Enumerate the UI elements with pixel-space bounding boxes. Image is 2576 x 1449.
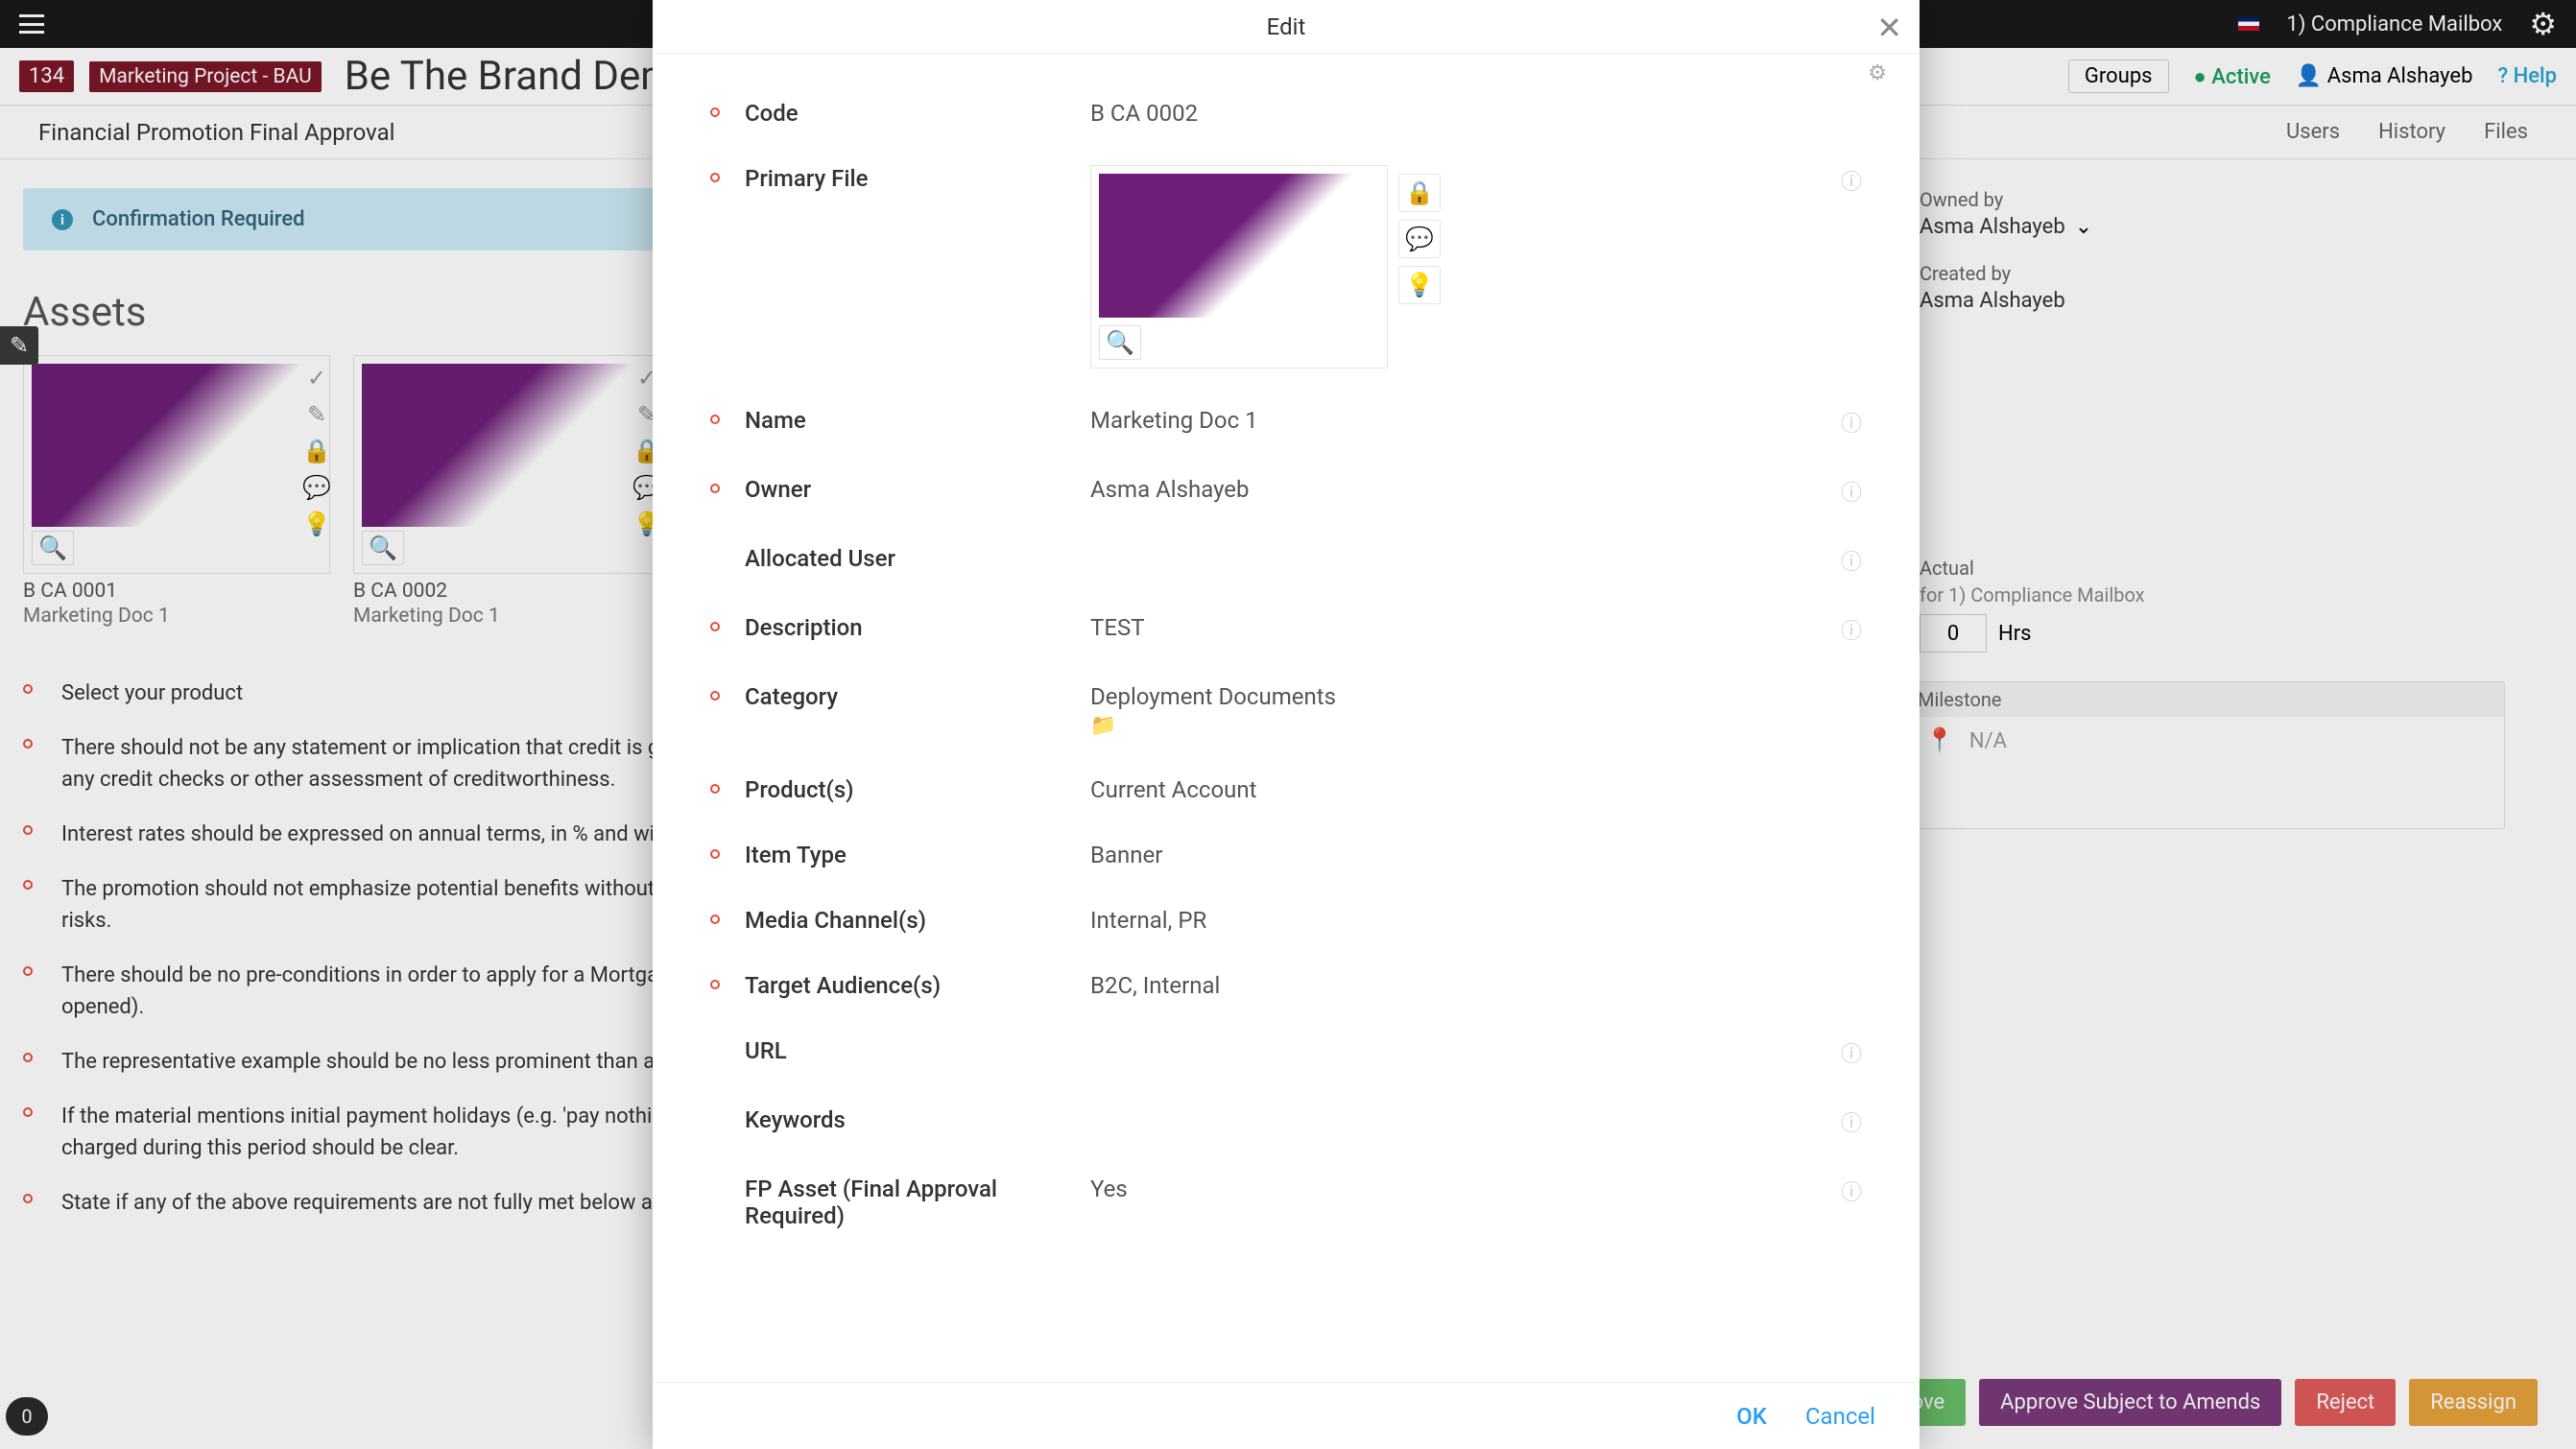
- field-label-url: URL: [745, 1037, 1090, 1064]
- info-icon[interactable]: ⓘ: [1833, 1176, 1862, 1206]
- field-value-item-type[interactable]: Banner: [1090, 842, 1833, 868]
- info-icon[interactable]: ⓘ: [1833, 407, 1862, 438]
- close-icon[interactable]: ✕: [1876, 10, 1902, 46]
- field-label-keywords: Keywords: [745, 1106, 1090, 1133]
- field-value-owner[interactable]: Asma Alshayeb: [1090, 476, 1833, 503]
- field-value-name[interactable]: Marketing Doc 1: [1090, 407, 1833, 434]
- info-icon[interactable]: ⓘ: [1833, 545, 1862, 576]
- zoom-icon[interactable]: 🔍: [1099, 325, 1141, 360]
- ok-button[interactable]: OK: [1736, 1403, 1767, 1430]
- field-value-category[interactable]: Deployment Documents 📁: [1090, 683, 1833, 738]
- info-icon[interactable]: ⓘ: [1833, 614, 1862, 645]
- field-label-owner: Owner: [745, 476, 1090, 503]
- modal-title: Edit: [1267, 13, 1306, 40]
- info-icon[interactable]: ⓘ: [1833, 165, 1862, 196]
- info-icon[interactable]: ⓘ: [1833, 1106, 1862, 1137]
- comment-icon[interactable]: 💬: [1398, 220, 1441, 258]
- folder-icon[interactable]: 📁: [1090, 714, 1116, 738]
- field-label-name: Name: [745, 407, 1090, 434]
- field-value-description[interactable]: TEST: [1090, 614, 1833, 641]
- field-label-allocated-user: Allocated User: [745, 545, 1090, 572]
- modal-header: Edit ✕: [653, 0, 1920, 54]
- field-value-target-audiences[interactable]: B2C, Internal: [1090, 972, 1833, 999]
- modal-footer: OK Cancel: [653, 1382, 1920, 1449]
- field-label-code: Code: [745, 100, 1090, 127]
- field-label-products: Product(s): [745, 776, 1090, 803]
- field-value-media-channels[interactable]: Internal, PR: [1090, 907, 1833, 934]
- field-value-code[interactable]: B CA 0002: [1090, 100, 1833, 127]
- field-value-fp-asset[interactable]: Yes: [1090, 1176, 1833, 1202]
- field-label-item-type: Item Type: [745, 842, 1090, 868]
- modal-settings-icon[interactable]: ⚙: [1868, 61, 1887, 85]
- field-label-category: Category: [745, 683, 1090, 710]
- info-icon[interactable]: ⓘ: [1833, 476, 1862, 507]
- lock-icon[interactable]: 🔒: [1398, 174, 1441, 212]
- edit-modal: Edit ✕ ⚙ Code B CA 0002 Primary File 🔍 🔒…: [653, 0, 1920, 1449]
- field-label-media-channels: Media Channel(s): [745, 907, 1090, 934]
- primary-file-thumbnail[interactable]: 🔍 🔒 💬 💡: [1090, 165, 1388, 368]
- field-label-fp-asset: FP Asset (Final Approval Required): [745, 1176, 1090, 1229]
- field-label-target-audiences: Target Audience(s): [745, 972, 1090, 999]
- field-value-products[interactable]: Current Account: [1090, 776, 1833, 803]
- field-label-description: Description: [745, 614, 1090, 641]
- field-label-primary-file: Primary File: [745, 165, 1090, 192]
- bulb-icon[interactable]: 💡: [1398, 266, 1441, 304]
- info-icon[interactable]: ⓘ: [1833, 1037, 1862, 1068]
- cancel-button[interactable]: Cancel: [1805, 1403, 1875, 1430]
